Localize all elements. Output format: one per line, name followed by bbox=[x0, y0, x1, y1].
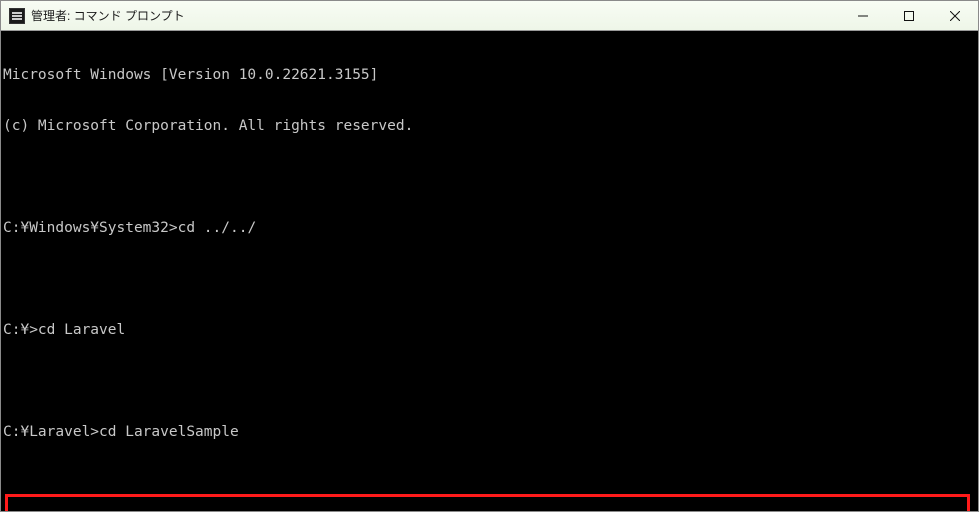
prompt-line: C:¥Windows¥System32>cd ../../ bbox=[3, 220, 978, 237]
prompt-line: C:¥Laravel>cd LaravelSample bbox=[3, 424, 978, 441]
cmd-icon bbox=[9, 8, 25, 24]
maximize-button[interactable] bbox=[886, 1, 932, 30]
blank-line bbox=[3, 271, 978, 288]
prompt-cmd: cd ../../ bbox=[178, 220, 257, 236]
window-title: 管理者: コマンド プロンプト bbox=[31, 7, 840, 24]
prompt-path: C:¥Laravel> bbox=[3, 424, 99, 440]
blank-line bbox=[3, 169, 978, 186]
terminal-area[interactable]: Microsoft Windows [Version 10.0.22621.31… bbox=[1, 31, 978, 511]
minimize-button[interactable] bbox=[840, 1, 886, 30]
titlebar[interactable]: 管理者: コマンド プロンプト bbox=[1, 1, 978, 31]
prompt-cmd: cd Laravel bbox=[38, 322, 125, 338]
prompt-path: C:¥Windows¥System32> bbox=[3, 220, 178, 236]
close-button[interactable] bbox=[932, 1, 978, 30]
cmd-window: 管理者: コマンド プロンプト Microsoft Windows [Versi… bbox=[0, 0, 979, 512]
prompt-line: C:¥>cd Laravel bbox=[3, 322, 978, 339]
prompt-cmd: cd LaravelSample bbox=[99, 424, 239, 440]
blank-line bbox=[3, 373, 978, 390]
window-controls bbox=[840, 1, 978, 30]
version-line: Microsoft Windows [Version 10.0.22621.31… bbox=[3, 67, 978, 84]
highlighted-test-output: C:¥Laravel¥LaravelSample>php artisan tes… bbox=[5, 494, 970, 511]
prompt-path: C:¥> bbox=[3, 322, 38, 338]
copyright-line: (c) Microsoft Corporation. All rights re… bbox=[3, 118, 978, 135]
